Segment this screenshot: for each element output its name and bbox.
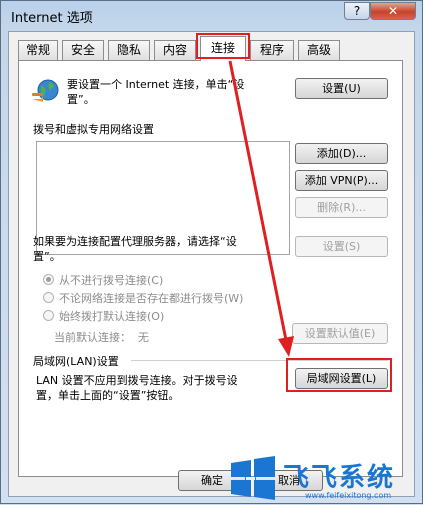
radio-never-dial[interactable] — [43, 274, 54, 285]
dialog-client-area: 常规 安全 隐私 内容 连接 程序 高级 要设置一个 Internet 连接，单… — [8, 31, 415, 497]
title-bar[interactable]: Internet 选项 ? ✕ — [1, 1, 422, 31]
lan-heading: 局域网(LAN)设置 — [33, 355, 119, 368]
radio-dial-whenever-label: 不论网络连接是否存在都进行拨号(W) — [59, 292, 244, 305]
delete-connection-button[interactable]: 删除(R)... — [295, 197, 388, 218]
radio-always-default-label: 始终拨打默认连接(O) — [59, 310, 165, 323]
radio-dial-whenever[interactable] — [43, 292, 54, 303]
watermark-url: www.feifeixitong.com — [305, 491, 392, 500]
tab-privacy[interactable]: 隐私 — [108, 40, 150, 60]
tab-security[interactable]: 安全 — [62, 40, 104, 60]
set-default-button[interactable]: 设置默认值(E) — [292, 323, 388, 344]
tab-programs[interactable]: 程序 — [250, 40, 294, 60]
windows-logo-icon — [231, 456, 275, 500]
help-button[interactable]: ? — [344, 2, 370, 20]
current-default-label: 当前默认连接： — [54, 331, 131, 344]
tab-general[interactable]: 常规 — [18, 40, 58, 60]
dialup-settings-button[interactable]: 设置(S) — [295, 236, 388, 257]
dialog-window: Internet 选项 ? ✕ 常规 安全 隐私 内容 连接 程序 高级 要设置… — [0, 0, 423, 504]
close-button[interactable]: ✕ — [370, 2, 416, 20]
setup-description: 要设置一个 Internet 连接，单击“设 — [67, 78, 245, 91]
lan-description-cont: 置，单击上面的“设置”按钮。 — [36, 389, 180, 402]
tab-content[interactable]: 内容 — [154, 40, 196, 60]
watermark: 飞飞系统 www.feifeixitong.com — [227, 453, 423, 505]
lan-description: LAN 设置不应用到拨号连接。对于拨号设 — [36, 374, 238, 387]
proxy-description-cont: 置”。 — [33, 250, 61, 263]
connections-panel: 要设置一个 Internet 连接，单击“设 置”。 设置(U) 拨号和虚拟专用… — [18, 60, 403, 477]
radio-never-dial-label: 从不进行拨号连接(C) — [59, 274, 164, 287]
proxy-description: 如果要为连接配置代理服务器，请选择“设 — [33, 235, 237, 248]
window-title: Internet 选项 — [11, 11, 93, 26]
globe-network-icon — [32, 79, 59, 102]
add-connection-button[interactable]: 添加(D)... — [295, 143, 388, 164]
setup-button[interactable]: 设置(U) — [295, 78, 388, 99]
dialup-heading: 拨号和虚拟专用网络设置 — [33, 123, 154, 136]
watermark-brand: 飞飞系统 — [283, 463, 396, 493]
radio-always-default[interactable] — [43, 310, 54, 321]
add-vpn-button[interactable]: 添加 VPN(P)... — [295, 170, 388, 191]
setup-description-cont: 置”。 — [67, 93, 95, 106]
tab-advanced[interactable]: 高级 — [298, 40, 340, 60]
current-default-value: 无 — [138, 331, 149, 344]
lan-button-highlight-box — [286, 358, 392, 392]
tab-highlight-box — [196, 33, 250, 59]
